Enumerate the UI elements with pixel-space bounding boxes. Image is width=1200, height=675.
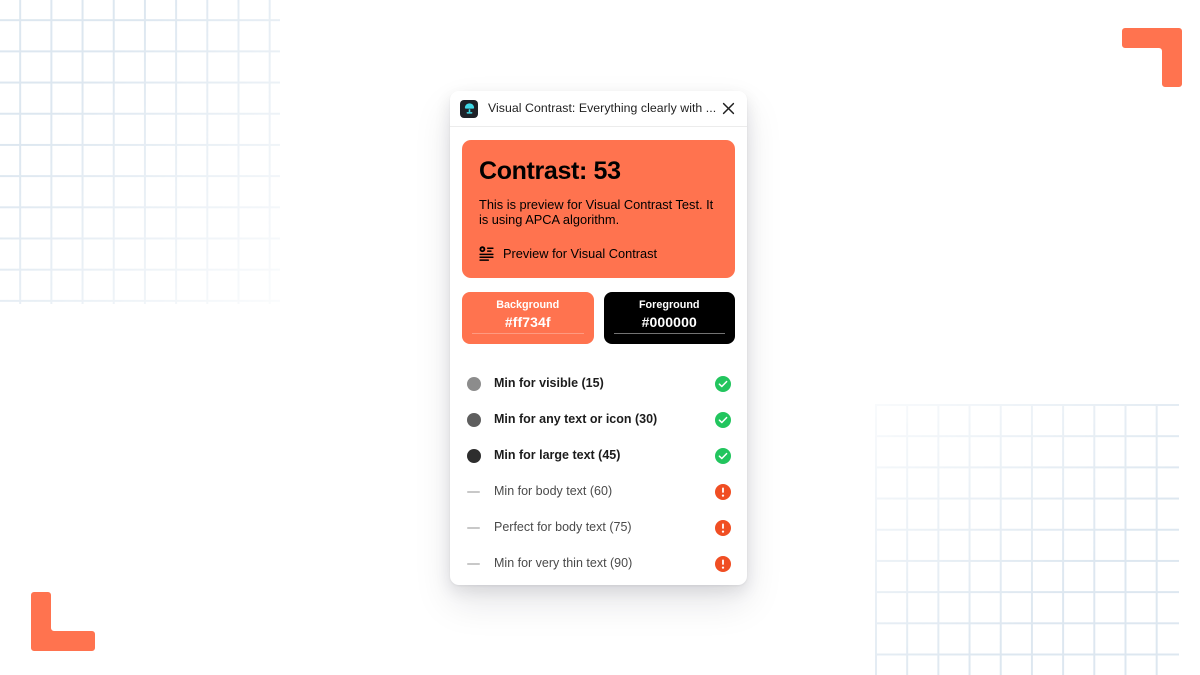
alert-circle-icon — [715, 556, 731, 573]
color-swatch-row: Background #ff734f Foreground #000000 — [462, 291, 735, 345]
popup-body: Contrast: 53 This is preview for Visual … — [450, 127, 747, 585]
criterion-marker-dot — [467, 449, 481, 464]
criterion-row: Min for very thin text (90) — [467, 546, 731, 582]
criterion-marker-dash — [467, 521, 481, 535]
alert-circle-icon — [715, 520, 731, 537]
visual-contrast-logo-icon — [460, 99, 478, 118]
foreground-color-swatch[interactable]: Foreground #000000 — [603, 291, 735, 345]
foreground-color-value[interactable]: #000000 — [613, 314, 725, 335]
criterion-label: Min for any text or icon (30) — [494, 412, 658, 427]
popup-titlebar: Visual Contrast: Everything clearly with… — [450, 91, 747, 127]
alert-circle-icon — [715, 484, 731, 501]
criterion-label: Perfect for body text (75) — [494, 520, 632, 535]
preview-for-visual-contrast-link[interactable]: Preview for Visual Contrast — [479, 246, 718, 261]
decorative-grid-top-left — [0, 0, 280, 304]
background-swatch-label: Background — [496, 298, 560, 311]
criterion-row: Min for large text (45) — [467, 438, 731, 474]
contrast-score-heading: Contrast: 53 — [479, 157, 621, 185]
contrast-preview-card: Contrast: 53 This is preview for Visual … — [462, 140, 735, 278]
criterion-label: Min for large text (45) — [494, 448, 621, 463]
contrast-preview-description: This is preview for Visual Contrast Test… — [479, 196, 714, 227]
foreground-swatch-label: Foreground — [638, 298, 700, 311]
popup-title: Visual Contrast: Everything clearly with… — [488, 102, 717, 115]
background-color-swatch[interactable]: Background #ff734f — [462, 291, 594, 345]
check-circle-icon — [715, 376, 731, 393]
text-contrast-icon — [479, 245, 494, 261]
criterion-marker-dot — [467, 413, 481, 428]
criterion-row: Min for visible (15) — [467, 366, 731, 402]
decorative-bracket-top-right — [1122, 28, 1182, 87]
criterion-row: Min for body text (60) — [467, 474, 731, 510]
close-icon[interactable] — [717, 98, 739, 120]
criterion-marker-dot — [467, 377, 481, 392]
check-circle-icon — [715, 448, 731, 465]
criteria-list: Min for visible (15) Min for any text or… — [462, 366, 735, 582]
criterion-label: Min for very thin text (90) — [494, 556, 633, 571]
preview-link-label: Preview for Visual Contrast — [503, 245, 658, 261]
check-circle-icon — [715, 412, 731, 429]
criterion-marker-dash — [467, 557, 481, 571]
decorative-bracket-bottom-left — [31, 592, 95, 651]
decorative-grid-bottom-right — [875, 404, 1179, 675]
criterion-row: Min for any text or icon (30) — [467, 402, 731, 438]
criterion-marker-dash — [467, 485, 481, 499]
page-root: Visual Contrast: Everything clearly with… — [0, 0, 1200, 675]
criterion-label: Min for body text (60) — [494, 484, 613, 499]
criterion-row: Perfect for body text (75) — [467, 510, 731, 546]
background-color-value[interactable]: #ff734f — [472, 314, 584, 335]
criterion-label: Min for visible (15) — [494, 376, 604, 391]
extension-popup: Visual Contrast: Everything clearly with… — [450, 91, 747, 585]
